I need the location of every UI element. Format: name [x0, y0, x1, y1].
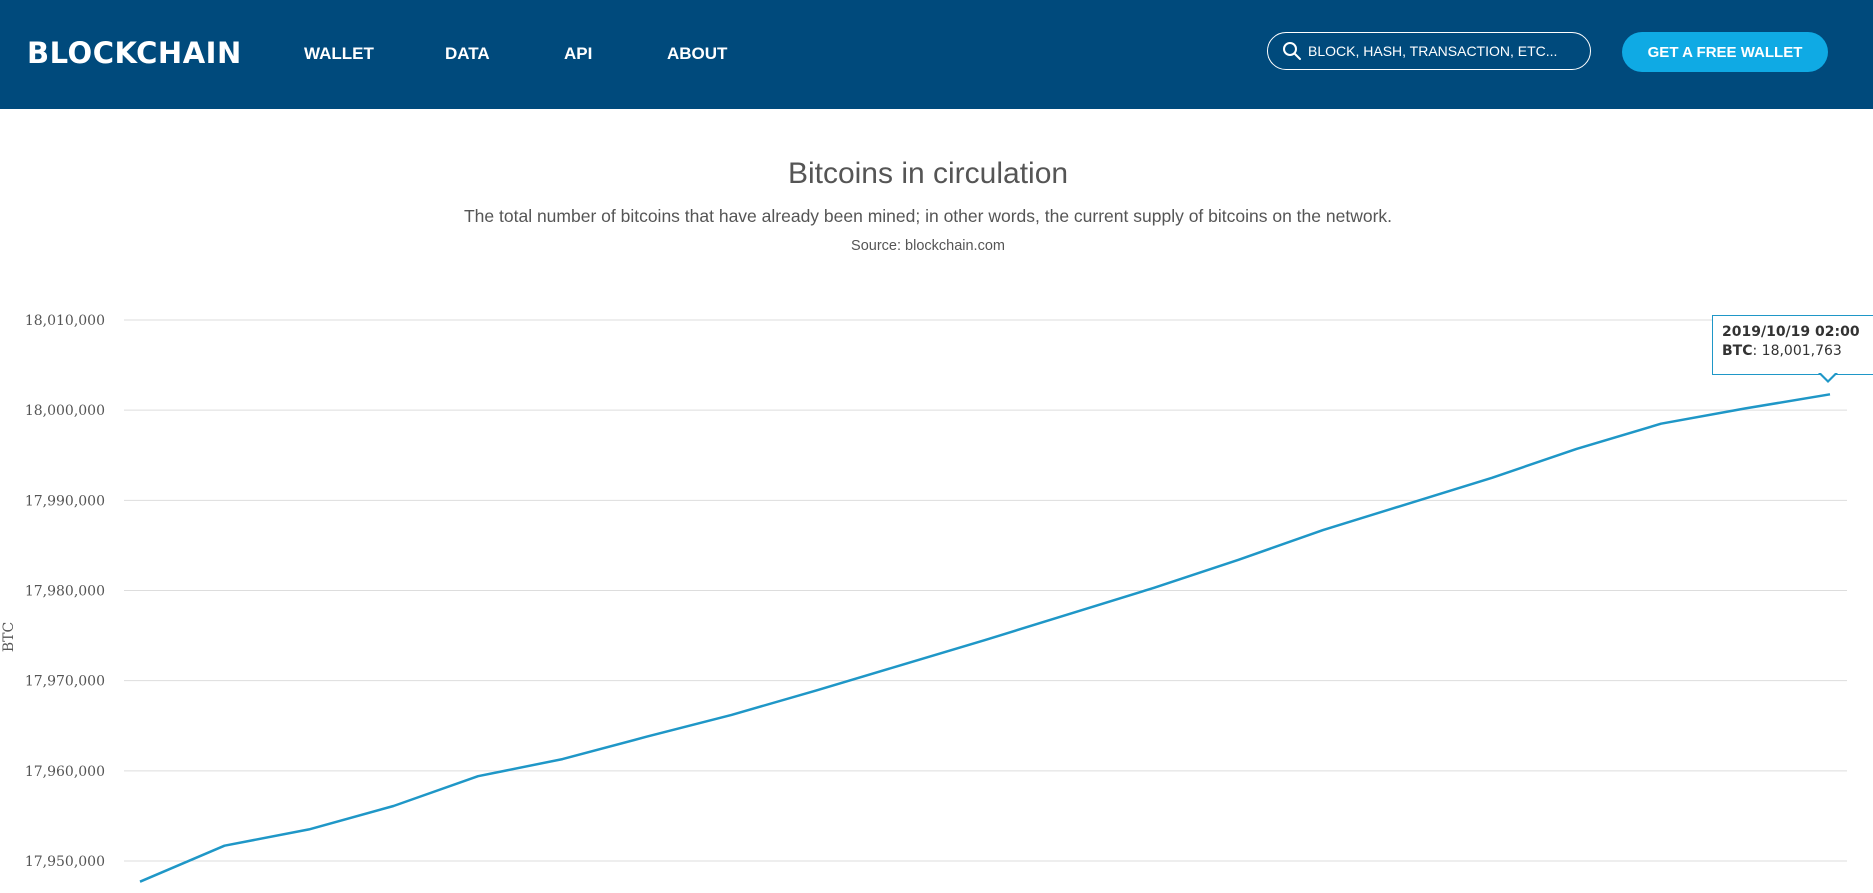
data-point[interactable] [895, 659, 907, 671]
data-point[interactable] [303, 823, 315, 835]
data-point[interactable] [1233, 554, 1245, 566]
gridlines [124, 319, 1847, 862]
data-point[interactable] [1655, 418, 1667, 430]
data-point[interactable] [979, 634, 991, 646]
y-tick-label: 17,980,000 [25, 584, 105, 600]
data-point[interactable] [388, 800, 400, 812]
data-point[interactable] [1064, 608, 1076, 620]
series-layer [134, 388, 1836, 888]
tooltip-row: BTC: 18,001,763 [1722, 343, 1842, 359]
line-chart: 18,010,000 18,000,000 17,990,000 17,980,000… [1, 313, 1847, 888]
y-tick-label: 17,970,000 [25, 674, 105, 690]
tooltip-series-key: BTC [1722, 343, 1753, 359]
tooltip-date: 2019/10/19 02:00 [1722, 324, 1860, 340]
y-tick-label: 18,010,000 [25, 313, 105, 329]
data-point[interactable] [1317, 524, 1329, 536]
y-axis-label: BTC [1, 622, 17, 652]
data-point[interactable] [219, 840, 231, 852]
y-axis-ticks: 18,010,000 18,000,000 17,990,000 17,980,000… [25, 313, 105, 870]
data-point[interactable] [134, 876, 146, 888]
y-tick-label: 17,950,000 [25, 854, 105, 870]
data-point[interactable] [557, 753, 569, 765]
data-point[interactable] [1571, 443, 1583, 455]
y-tick-label: 18,000,000 [25, 403, 105, 419]
data-point[interactable] [641, 731, 653, 743]
data-point[interactable] [1740, 402, 1752, 414]
data-point[interactable] [1824, 388, 1836, 400]
y-tick-label: 17,990,000 [25, 493, 105, 509]
data-point[interactable] [472, 770, 484, 782]
data-point[interactable] [1402, 498, 1414, 510]
tooltip-pointer-fill [1820, 372, 1836, 380]
tooltip-value: 18,001,763 [1761, 343, 1842, 359]
data-point[interactable] [726, 709, 738, 721]
data-point[interactable] [1486, 472, 1498, 484]
data-tooltip: 2019/10/19 02:00 BTC: 18,001,763 [1712, 315, 1873, 375]
data-point[interactable] [1148, 582, 1160, 594]
data-point[interactable] [810, 685, 822, 697]
y-tick-label: 17,960,000 [25, 764, 105, 780]
